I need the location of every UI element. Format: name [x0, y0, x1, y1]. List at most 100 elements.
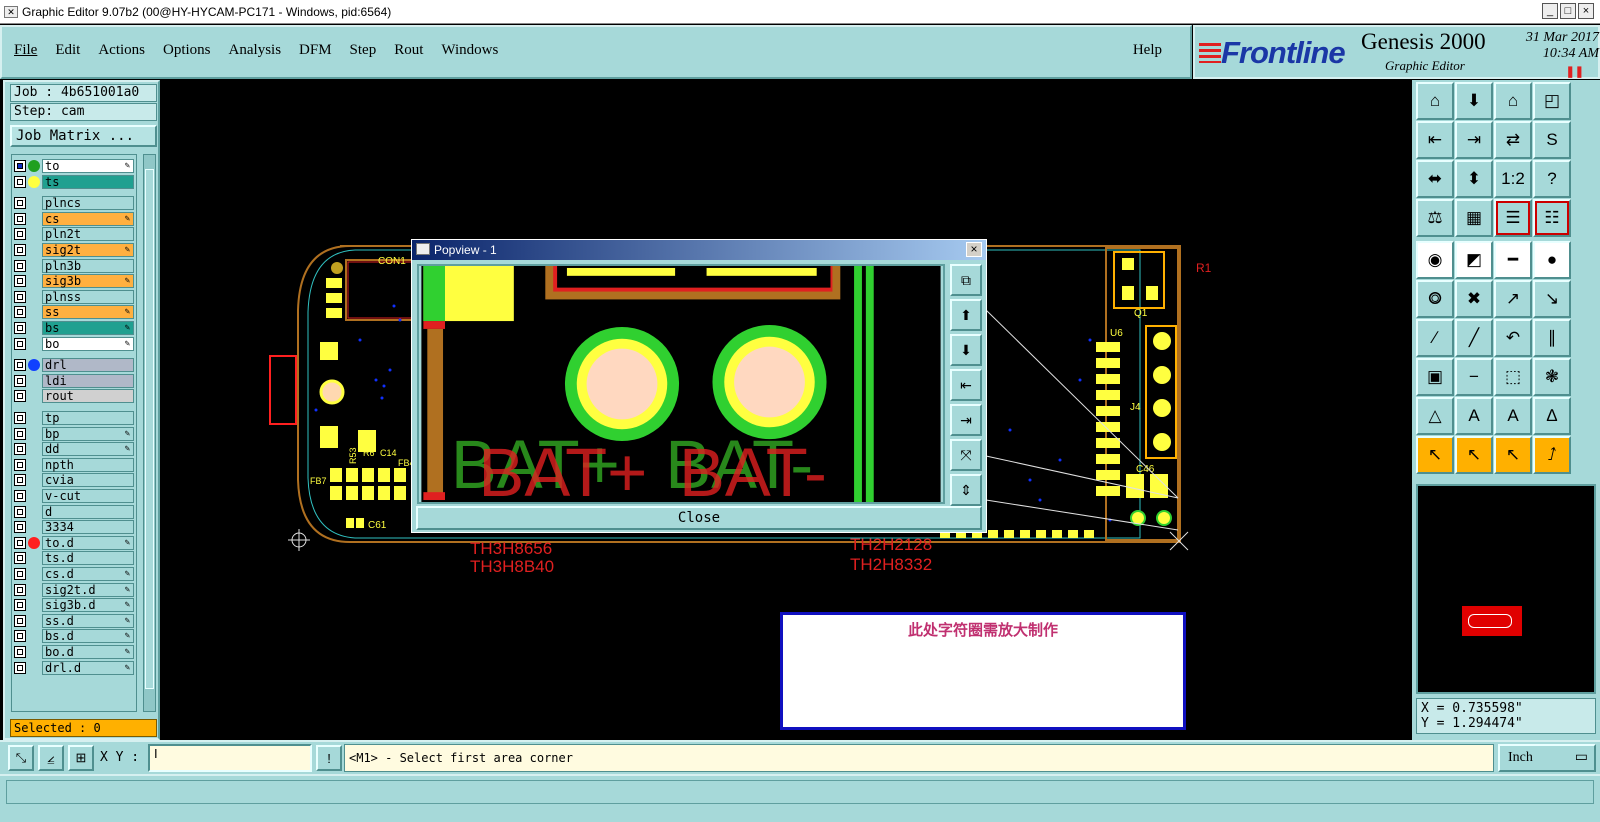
measure-icon[interactable]: ⚖: [1416, 199, 1454, 237]
menu-windows[interactable]: Windows: [441, 42, 498, 59]
xy-input[interactable]: I: [148, 744, 312, 772]
layer-name[interactable]: pln2t: [42, 227, 134, 242]
layer-name[interactable]: bs ✎: [42, 321, 134, 335]
layer-name[interactable]: dd ✎: [42, 442, 134, 457]
layer-row[interactable]: pln3b: [14, 258, 134, 273]
cross-icon[interactable]: ✖: [1455, 280, 1493, 318]
layer-name[interactable]: sig3b ✎: [42, 274, 134, 289]
zoom-fit-icon[interactable]: ⧉: [950, 264, 982, 296]
home-icon[interactable]: ⇕: [950, 474, 982, 506]
layer-checkbox[interactable]: [14, 630, 26, 643]
layer-name[interactable]: bs.d ✎: [42, 629, 134, 644]
maximize-button[interactable]: □: [1560, 3, 1576, 19]
fit-icon[interactable]: ⬌: [1416, 160, 1454, 198]
unit-selector[interactable]: Inch ▭: [1498, 744, 1596, 772]
zoom-down-icon[interactable]: ⬇: [1455, 82, 1493, 120]
layer-checkbox[interactable]: [14, 458, 26, 471]
popview-zoom-canvas[interactable]: BAT+ BAT+ BAT- BAT-: [417, 264, 945, 504]
layer-row[interactable]: npth: [14, 457, 134, 472]
layer-row[interactable]: d: [14, 504, 134, 519]
shape-icon[interactable]: ▣: [1416, 358, 1454, 396]
layer-row[interactable]: bp ✎: [14, 426, 134, 441]
layer-name[interactable]: v-cut: [42, 489, 134, 503]
select-box-icon[interactable]: ↖: [1455, 436, 1493, 474]
triangle-icon[interactable]: △: [1416, 397, 1454, 435]
alert-icon[interactable]: !: [316, 745, 342, 771]
select-arrow-icon[interactable]: ↖: [1416, 436, 1454, 474]
layer-checkbox[interactable]: [14, 427, 26, 440]
layer-checkbox[interactable]: [14, 614, 26, 627]
layer-name[interactable]: 3334: [42, 520, 134, 535]
layer-checkbox[interactable]: [14, 521, 26, 534]
layer-name[interactable]: to ✎: [42, 159, 134, 173]
layer-row[interactable]: drl: [14, 358, 134, 373]
layer-name[interactable]: sig3b.d ✎: [42, 598, 134, 613]
menu-step[interactable]: Step: [350, 42, 377, 59]
select-poly-icon[interactable]: ↖: [1494, 436, 1532, 474]
layer-checkbox[interactable]: [14, 599, 26, 612]
slash-icon[interactable]: ╱: [1455, 319, 1493, 357]
grid-icon[interactable]: ▦: [1455, 199, 1493, 237]
layer-row[interactable]: bs ✎: [14, 321, 134, 335]
layer-row[interactable]: cvia: [14, 473, 134, 488]
layer-name[interactable]: ldi: [42, 373, 134, 388]
move-icon[interactable]: ↗: [1494, 280, 1532, 318]
layer-row[interactable]: plncs: [14, 196, 134, 211]
layer-row[interactable]: bo ✎: [14, 336, 134, 351]
layer-checkbox[interactable]: [14, 505, 26, 518]
layer-name[interactable]: npth: [42, 457, 134, 472]
layer-name[interactable]: to.d ✎: [42, 535, 134, 550]
net-icon[interactable]: ☷: [1533, 199, 1571, 237]
menu-help[interactable]: Help: [1133, 42, 1162, 59]
layer-checkbox[interactable]: [14, 337, 26, 350]
layer-row[interactable]: cs.d ✎: [14, 567, 134, 581]
layer-row[interactable]: bs.d ✎: [14, 629, 134, 644]
layer-name[interactable]: cvia: [42, 473, 134, 488]
layer-name[interactable]: tp: [42, 411, 134, 425]
layer-name[interactable]: d: [42, 504, 134, 519]
menu-analysis[interactable]: Analysis: [229, 42, 282, 59]
help-icon[interactable]: ?: [1533, 160, 1571, 198]
letter-a-icon[interactable]: A: [1455, 397, 1493, 435]
line-icon[interactable]: ∕: [1416, 319, 1454, 357]
job-matrix-button[interactable]: Job Matrix ...: [10, 125, 157, 147]
layer-row[interactable]: ts: [14, 174, 134, 189]
layer-name[interactable]: sig2t ✎: [42, 243, 134, 257]
snap-icon[interactable]: S: [1533, 121, 1571, 159]
layer-checkbox[interactable]: [14, 212, 26, 225]
zoom-area-icon[interactable]: ⬍: [1455, 160, 1493, 198]
menu-edit[interactable]: Edit: [55, 42, 80, 59]
minimap[interactable]: [1416, 484, 1596, 694]
transform-icon[interactable]: ⬚: [1494, 358, 1532, 396]
layer-checkbox[interactable]: [14, 568, 26, 580]
layer-row[interactable]: ss.d ✎: [14, 613, 134, 628]
minus-icon[interactable]: −: [1455, 358, 1493, 396]
layer-row[interactable]: ss ✎: [14, 305, 134, 320]
layer-row[interactable]: drl.d ✎: [14, 660, 134, 675]
layer-checkbox[interactable]: [14, 490, 26, 502]
pan-left-icon[interactable]: ⇤: [950, 369, 982, 401]
delta-icon[interactable]: ∆: [1533, 397, 1571, 435]
popview-title-bar[interactable]: Popview - 1 ×: [412, 240, 986, 260]
popview-close-button[interactable]: Close: [416, 506, 982, 530]
close-window-button[interactable]: ×: [1578, 3, 1594, 19]
ruler-icon[interactable]: ━: [1494, 241, 1532, 279]
layer-checkbox[interactable]: [14, 306, 26, 319]
menu-file[interactable]: File: [14, 42, 37, 59]
layer-row[interactable]: bo.d ✎: [14, 645, 134, 659]
arc-icon[interactable]: ↶: [1494, 319, 1532, 357]
layer-checkbox[interactable]: [14, 228, 26, 241]
layer-row[interactable]: to.d ✎: [14, 535, 134, 550]
layer-checkbox[interactable]: [14, 646, 26, 658]
minimize-button[interactable]: _: [1542, 3, 1558, 19]
pan-left-icon[interactable]: ⇤: [1416, 121, 1454, 159]
menu-actions[interactable]: Actions: [98, 42, 145, 59]
window-icon[interactable]: ◰: [1533, 82, 1571, 120]
grid-icon[interactable]: ⊞: [68, 745, 94, 771]
menu-options[interactable]: Options: [163, 42, 211, 59]
layer-row[interactable]: tp: [14, 411, 134, 425]
mirror-icon[interactable]: ⇄: [1494, 121, 1532, 159]
popview-close-icon[interactable]: ×: [966, 242, 982, 257]
layer-scrollbar[interactable]: [143, 154, 156, 712]
parallel-icon[interactable]: ∥: [1533, 319, 1571, 357]
